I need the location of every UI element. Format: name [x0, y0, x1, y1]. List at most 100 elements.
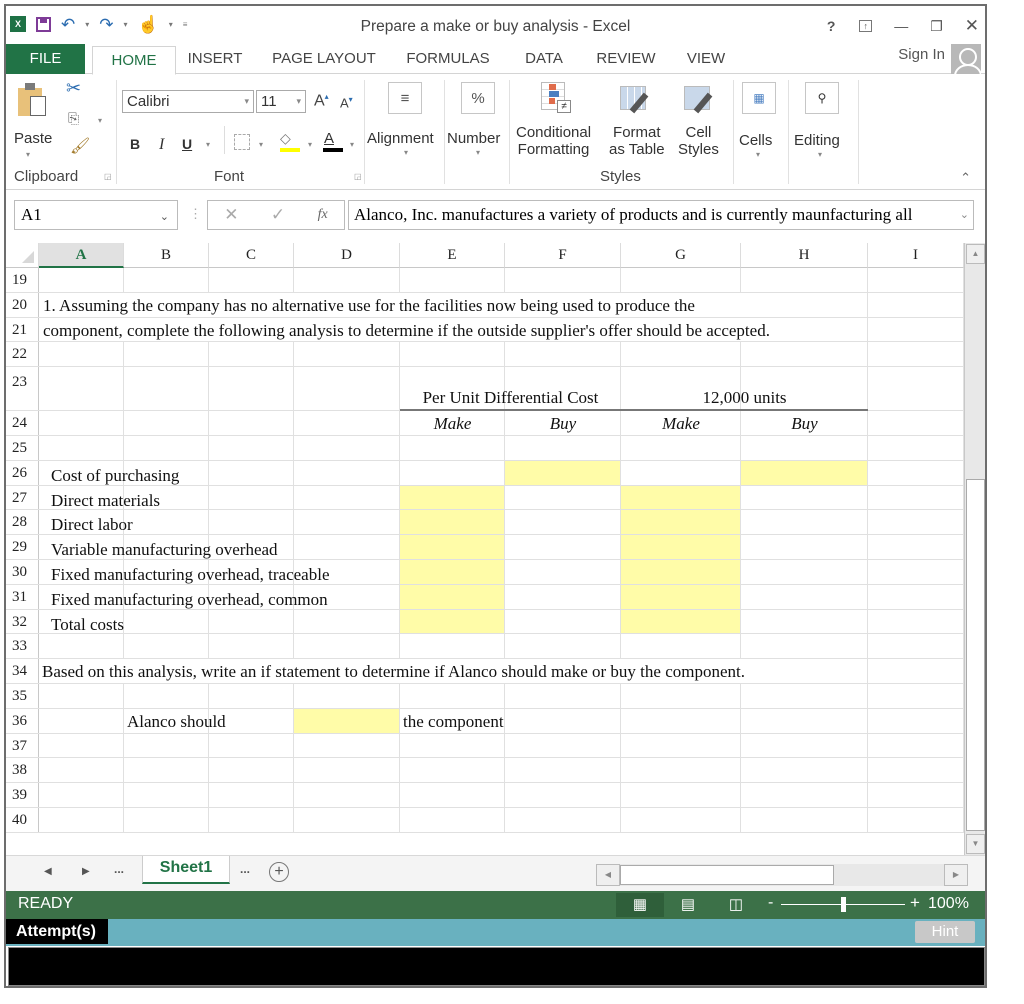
paste-icon[interactable]: [18, 82, 48, 116]
borders-icon[interactable]: [234, 134, 250, 150]
paste-button[interactable]: Paste: [14, 130, 52, 147]
cell-i25[interactable]: [868, 436, 964, 460]
cell-i36[interactable]: [868, 708, 964, 733]
select-all-button[interactable]: [6, 243, 39, 268]
cell-h19[interactable]: [741, 268, 868, 292]
zoom-out-button[interactable]: -: [768, 894, 773, 912]
clipboard-launcher-icon[interactable]: ◲: [104, 172, 112, 181]
cell-a37[interactable]: [39, 733, 124, 758]
cell-b19[interactable]: [124, 268, 209, 292]
cell-i19[interactable]: [868, 268, 964, 292]
input-cell-g28[interactable]: [621, 510, 741, 535]
cell-c24[interactable]: [209, 411, 294, 435]
row-header-37[interactable]: 37: [6, 733, 39, 758]
formula-bar-resize-handle[interactable]: ⋮: [189, 206, 202, 222]
enter-icon[interactable]: ✓: [271, 205, 285, 225]
cell-styles-button[interactable]: Cell Styles: [678, 124, 719, 158]
cell-d26[interactable]: [294, 460, 400, 485]
copy-dropdown-icon[interactable]: ▾: [98, 116, 102, 125]
cell-i40[interactable]: [868, 808, 964, 832]
cell-f29[interactable]: [505, 535, 621, 559]
cell-d33[interactable]: [294, 634, 400, 659]
cell-a23[interactable]: [39, 367, 124, 411]
tab-home[interactable]: HOME: [92, 46, 176, 75]
cell-i29[interactable]: [868, 535, 964, 559]
scroll-down-icon[interactable]: ▼: [966, 834, 985, 854]
column-header-a[interactable]: A: [39, 243, 124, 268]
input-cell-e32[interactable]: [400, 609, 505, 634]
cell-d39[interactable]: [294, 783, 400, 807]
cell-b35[interactable]: [124, 684, 209, 708]
cell-c26[interactable]: [209, 460, 294, 485]
cell-h30[interactable]: [741, 560, 868, 584]
cell-i24[interactable]: [868, 411, 964, 435]
cells-button[interactable]: Cells: [739, 132, 772, 149]
cell-h31[interactable]: [741, 584, 868, 609]
cell-e39[interactable]: [400, 783, 505, 807]
tab-data[interactable]: DATA: [516, 44, 572, 74]
conditional-formatting-icon[interactable]: ≠: [541, 82, 571, 114]
row-header-39[interactable]: 39: [6, 783, 39, 807]
decrease-font-size-icon[interactable]: A▾: [340, 95, 353, 110]
cell-h39[interactable]: [741, 783, 868, 807]
tab-page-layout[interactable]: PAGE LAYOUT: [264, 44, 384, 74]
cell-a39[interactable]: [39, 783, 124, 807]
cell-i33[interactable]: [868, 634, 964, 659]
tab-insert[interactable]: INSERT: [182, 44, 248, 74]
row-header-35[interactable]: 35: [6, 684, 39, 708]
cell-f40[interactable]: [505, 808, 621, 832]
cell-h25[interactable]: [741, 436, 868, 460]
input-cell-d36[interactable]: [294, 708, 400, 733]
cell-b28[interactable]: [124, 510, 209, 535]
cell-f36[interactable]: [505, 708, 621, 733]
cell-c19[interactable]: [209, 268, 294, 292]
row-header-20[interactable]: 20: [6, 292, 39, 317]
cell-f27[interactable]: [505, 485, 621, 510]
row-header-19[interactable]: 19: [6, 268, 39, 292]
row-header-25[interactable]: 25: [6, 436, 39, 460]
zoom-in-button[interactable]: +: [910, 893, 920, 913]
input-cell-e27[interactable]: [400, 485, 505, 510]
name-box[interactable]: A1 ⌄: [14, 200, 178, 230]
cell-i21[interactable]: [868, 317, 964, 342]
cell-b39[interactable]: [124, 783, 209, 807]
font-name-select[interactable]: Calibri ▾: [122, 90, 254, 113]
cell-d35[interactable]: [294, 684, 400, 708]
row-header-33[interactable]: 33: [6, 634, 39, 659]
format-as-table-icon[interactable]: [620, 86, 650, 114]
tab-file[interactable]: FILE: [6, 44, 85, 74]
restore-icon[interactable]: ❐: [930, 18, 943, 35]
cell-i35[interactable]: [868, 684, 964, 708]
cells-icon[interactable]: ▦: [742, 82, 776, 114]
cell-g22[interactable]: [621, 342, 741, 367]
input-cell-g31[interactable]: [621, 584, 741, 609]
cell-c22[interactable]: [209, 342, 294, 367]
cell-i39[interactable]: [868, 783, 964, 807]
row-header-27[interactable]: 27: [6, 485, 39, 510]
cell-h40[interactable]: [741, 808, 868, 832]
more-sheets-left[interactable]: ...: [114, 862, 124, 876]
column-header-i[interactable]: I: [868, 243, 964, 268]
row-header-31[interactable]: 31: [6, 584, 39, 609]
cell-d22[interactable]: [294, 342, 400, 367]
cell-f38[interactable]: [505, 758, 621, 783]
cell-e25[interactable]: [400, 436, 505, 460]
cell-h29[interactable]: [741, 535, 868, 559]
cell-g19[interactable]: [621, 268, 741, 292]
cell-c27[interactable]: [209, 485, 294, 510]
cell-d25[interactable]: [294, 436, 400, 460]
cell-f30[interactable]: [505, 560, 621, 584]
cell-g36[interactable]: [621, 708, 741, 733]
cell-i26[interactable]: [868, 460, 964, 485]
cell-b37[interactable]: [124, 733, 209, 758]
scroll-left-icon[interactable]: ◀: [596, 864, 620, 886]
collapse-ribbon-icon[interactable]: ⌃: [960, 170, 971, 186]
scroll-up-icon[interactable]: ▲: [966, 244, 985, 264]
cell-g39[interactable]: [621, 783, 741, 807]
cell-i30[interactable]: [868, 560, 964, 584]
row-header-24[interactable]: 24: [6, 411, 39, 435]
horizontal-scroll-thumb[interactable]: [620, 865, 834, 885]
vertical-scrollbar[interactable]: ▲ ▼: [964, 243, 985, 855]
font-size-select[interactable]: 11 ▾: [256, 90, 306, 113]
input-cell-h26[interactable]: [741, 460, 868, 485]
